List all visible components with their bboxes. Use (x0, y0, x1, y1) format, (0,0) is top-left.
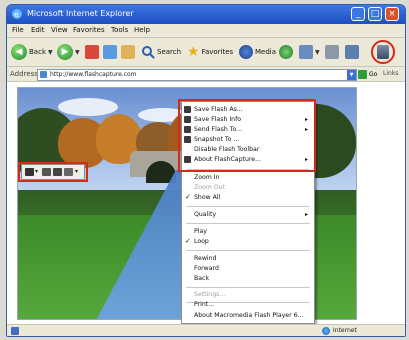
chevron-down-icon: ▼ (48, 48, 53, 56)
print-button[interactable] (325, 42, 339, 62)
menu-item-settings: Settings... (182, 290, 314, 300)
browser-window: e Microsoft Internet Explorer _ □ × File… (6, 4, 406, 337)
stop-button[interactable] (85, 42, 99, 62)
go-button[interactable]: Go (358, 69, 380, 79)
go-label: Go (369, 70, 378, 78)
go-arrow-icon (358, 69, 367, 79)
screenshot-frame: e Microsoft Internet Explorer _ □ × File… (0, 0, 409, 340)
menu-item-about-flash-player[interactable]: About Macromedia Flash Player 6... (182, 311, 314, 321)
forward-button[interactable]: ▶ ▼ (57, 42, 80, 62)
history-icon (279, 45, 293, 59)
svg-text:e: e (14, 10, 19, 19)
menu-item-label: Rewind (194, 255, 217, 262)
search-label: Search (157, 48, 182, 56)
flash-toolbar-highlight (18, 162, 88, 182)
menu-bar: File Edit View Favorites Tools Help (7, 24, 405, 38)
home-button[interactable] (121, 42, 135, 62)
menu-item-zoom-in[interactable]: Zoom In (182, 173, 314, 183)
menu-item-label: Loop (194, 238, 209, 245)
media-label: Media (255, 48, 277, 56)
chevron-down-icon: ▼ (315, 48, 320, 56)
menu-item-label: Back (194, 275, 210, 282)
minimize-button[interactable]: _ (351, 7, 365, 21)
home-icon (121, 45, 135, 59)
chevron-down-icon: ▼ (75, 48, 80, 56)
flashcapture-menu-highlight (178, 99, 316, 172)
menu-favorites[interactable]: Favorites (73, 26, 105, 34)
toolbar: ◀ Back ▼ ▶ ▼ Search ★ Favorites Media ▼ (7, 38, 405, 67)
menu-item-label: Show All (194, 194, 221, 201)
close-button[interactable]: × (385, 7, 399, 21)
menu-file[interactable]: File (12, 26, 24, 34)
menu-item-loop[interactable]: ✓ Loop (182, 237, 314, 247)
menu-item-print[interactable]: Print... (182, 300, 314, 310)
checkmark-icon: ✓ (185, 237, 191, 245)
address-url: http://www.flashcapture.com (50, 71, 137, 78)
menu-item-label: Play (194, 228, 207, 235)
flashcapture-icon (377, 45, 389, 59)
favorites-button[interactable]: ★ Favorites (187, 42, 233, 62)
ie-logo-icon: e (12, 9, 22, 19)
messenger-icon (345, 45, 359, 59)
search-icon (142, 46, 155, 59)
address-input[interactable]: http://www.flashcapture.com ▼ (37, 69, 357, 81)
status-bar: Internet (7, 324, 405, 336)
menu-item-label: Settings... (194, 291, 226, 298)
star-icon: ★ (187, 44, 200, 60)
menu-item-quality[interactable]: Quality ▸ (182, 210, 314, 220)
refresh-icon (103, 45, 117, 59)
address-label: Address (10, 70, 38, 78)
menu-item-label: Zoom In (194, 174, 220, 181)
menu-separator (186, 223, 310, 224)
mail-button[interactable]: ▼ (299, 42, 320, 62)
menu-item-label: Quality (194, 211, 217, 218)
search-button[interactable]: Search (141, 42, 181, 62)
internet-zone-icon (322, 327, 330, 335)
menu-item-label: Zoom Out (194, 184, 226, 191)
links-label[interactable]: Links (383, 70, 398, 77)
window-title: Microsoft Internet Explorer (27, 9, 134, 18)
menu-item-zoom-out: Zoom Out (182, 183, 314, 193)
title-bar[interactable]: e Microsoft Internet Explorer _ □ × (7, 5, 405, 24)
menu-separator (186, 250, 310, 251)
menu-item-forward[interactable]: Forward (182, 264, 314, 274)
back-arrow-icon: ◀ (11, 44, 27, 60)
cloud (58, 98, 118, 116)
page-status-icon (11, 327, 19, 335)
menu-help[interactable]: Help (134, 26, 150, 34)
history-button[interactable] (279, 42, 293, 62)
mail-icon (299, 45, 313, 59)
menu-item-label: Print... (194, 301, 215, 308)
messenger-button[interactable] (345, 42, 359, 62)
flashcapture-toolbar-button[interactable] (371, 40, 395, 64)
menu-edit[interactable]: Edit (31, 26, 45, 34)
back-label: Back (29, 48, 46, 56)
print-icon (325, 45, 339, 59)
menu-tools[interactable]: Tools (111, 26, 128, 34)
refresh-button[interactable] (103, 42, 117, 62)
stop-icon (85, 45, 99, 59)
favorites-label: Favorites (201, 48, 234, 56)
address-dropdown-icon[interactable]: ▼ (347, 70, 356, 80)
menu-item-rewind[interactable]: Rewind (182, 254, 314, 264)
submenu-arrow-icon: ▸ (304, 211, 308, 218)
media-icon (239, 45, 253, 59)
menu-separator (186, 206, 310, 207)
menu-item-label: About Macromedia Flash Player 6... (194, 312, 304, 319)
status-zone-label: Internet (333, 327, 357, 334)
menu-item-play[interactable]: Play (182, 227, 314, 237)
back-button[interactable]: ◀ Back ▼ (11, 42, 53, 62)
menu-item-label: Forward (194, 265, 219, 272)
maximize-button[interactable]: □ (368, 7, 382, 21)
menu-item-back[interactable]: Back (182, 274, 314, 284)
menu-separator (186, 287, 310, 288)
menu-item-show-all[interactable]: ✓ Show All (182, 193, 314, 203)
address-bar: Address http://www.flashcapture.com ▼ Go… (7, 67, 405, 82)
checkmark-icon: ✓ (185, 193, 191, 201)
page-icon (40, 71, 47, 78)
menu-view[interactable]: View (51, 26, 68, 34)
media-button[interactable]: Media (239, 42, 276, 62)
forward-arrow-icon: ▶ (57, 44, 73, 60)
